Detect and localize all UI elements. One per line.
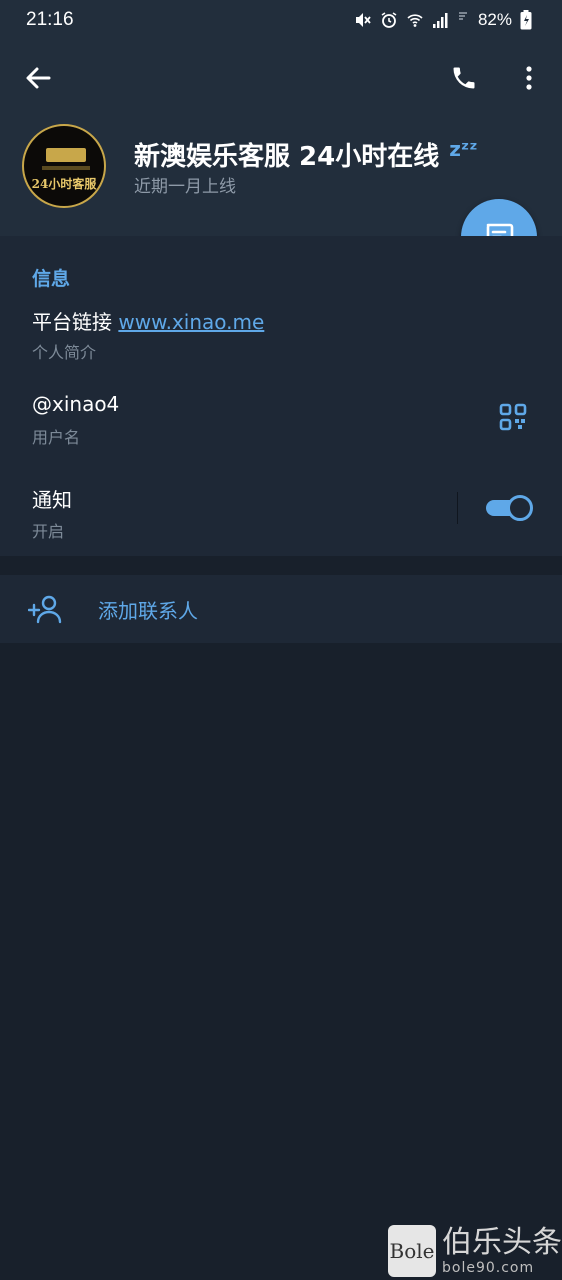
wifi-icon [406, 11, 424, 29]
sleep-emoji-icon: zᶻᶻ [449, 136, 478, 161]
status-time: 21:16 [26, 9, 74, 30]
watermark-logo: Bole [388, 1225, 436, 1277]
toggle-knob [507, 495, 533, 521]
watermark: Bole 伯乐头条 bole90.com [388, 1222, 562, 1280]
signal-icon [432, 11, 450, 29]
phone-icon [453, 67, 475, 89]
avatar-text: 24小时客服 [31, 177, 97, 191]
watermark-text: 伯乐头条 bole90.com [442, 1224, 562, 1276]
battery-percent: 82% [477, 10, 512, 29]
bio-row[interactable]: 平台链接 www.xinao.me [32, 306, 264, 335]
signal-secondary-icon [458, 11, 470, 29]
watermark-name: 伯乐头条 [442, 1224, 562, 1260]
bio-text: 平台链接 [32, 310, 119, 334]
section-title: 信息 [32, 268, 71, 290]
username[interactable]: @xinao4 [32, 392, 119, 416]
notifications-title: 通知 [32, 488, 72, 512]
avatar-logo-plate [46, 148, 86, 162]
notifications-status: 开启 [32, 522, 65, 541]
title-row: 新澳娱乐客服 24小时在线 zᶻᶻ [134, 136, 478, 173]
status-bar: 21:16 82% [0, 0, 562, 40]
username-label: 用户名 [32, 428, 81, 447]
mute-icon [354, 11, 372, 29]
avatar[interactable]: 24小时客服 [22, 124, 106, 208]
add-user-icon [28, 595, 62, 624]
battery-icon [520, 10, 532, 30]
bio-link[interactable]: www.xinao.me [118, 310, 264, 334]
qr-code-icon [499, 403, 527, 431]
bio-label: 个人简介 [32, 343, 97, 362]
profile-name: 新澳娱乐客服 24小时在线 [134, 142, 440, 172]
watermark-url: bole90.com [442, 1259, 535, 1276]
status-icons: 82% [354, 8, 532, 32]
add-contact-row[interactable]: 添加联系人 [0, 575, 562, 643]
call-button[interactable] [446, 60, 482, 96]
more-vertical-icon [526, 66, 532, 90]
notifications-toggle[interactable] [486, 495, 534, 521]
avatar-logo-stripe [42, 166, 90, 170]
add-contact-label: 添加联系人 [98, 599, 198, 623]
arrow-left-icon [26, 67, 51, 89]
more-options-button[interactable] [512, 60, 546, 96]
divider [457, 492, 458, 524]
qr-code-button[interactable] [496, 400, 530, 434]
back-button[interactable] [20, 60, 56, 96]
alarm-icon [380, 11, 398, 29]
last-seen-status: 近期一月上线 [134, 177, 236, 197]
info-section: 信息 平台链接 www.xinao.me 个人简介 @xinao4 用户名 通知… [0, 236, 562, 556]
